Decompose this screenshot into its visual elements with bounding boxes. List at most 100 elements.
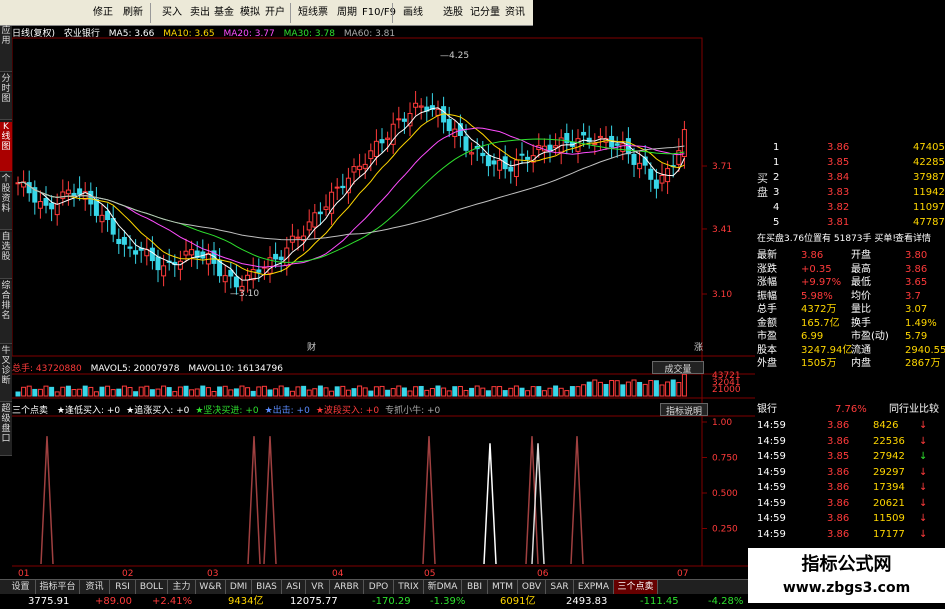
watermark: 指标公式网 www.zbgs3.com xyxy=(748,548,945,603)
x-axis-label: 01 xyxy=(18,569,29,578)
toolbar: 修正 刷新 买入 卖出 基金 模拟 开户 短线票 周期 F10/F9 画线 选股 记分量 资讯 xyxy=(0,0,533,26)
orderbook-volume: 42285 xyxy=(913,157,945,168)
x-axis-label: 03 xyxy=(207,569,218,578)
tick-volume: 17177 xyxy=(873,528,905,540)
volume-bar xyxy=(373,386,379,397)
volume-bar xyxy=(54,391,60,397)
left-tab-2[interactable]: K线图 xyxy=(0,122,12,172)
indicator-tab-14[interactable]: 新DMA xyxy=(424,580,462,594)
volume-bar xyxy=(525,390,531,397)
toolbar-button-0[interactable]: 修正 xyxy=(88,2,118,24)
left-tab-7[interactable]: 超级盘口 xyxy=(0,404,12,456)
candle-body xyxy=(575,138,581,152)
indicator-tab-1[interactable]: 指标平台 xyxy=(36,580,80,594)
candle-body xyxy=(54,203,60,216)
indicator-tab-8[interactable]: BIAS xyxy=(252,580,282,594)
orderbook-row[interactable]: 1 3.86 47405 xyxy=(755,140,945,155)
candle-body xyxy=(525,156,531,160)
volume-bar xyxy=(441,387,447,397)
indicator-tab-6[interactable]: W&R xyxy=(196,580,226,594)
indicator-spike xyxy=(525,436,539,565)
volume-bar xyxy=(15,391,21,397)
orderbook-price: 3.82 xyxy=(827,202,850,213)
volume-bar xyxy=(569,386,575,397)
sector-compare-link[interactable]: 同行业比较 xyxy=(889,402,939,417)
kline-chart-area[interactable]: 日线(复权) 农业银行 MA5: 3.66 MA10: 3.65 MA20: 3… xyxy=(12,26,755,578)
volume-bar xyxy=(463,389,469,397)
indicator-tab-19[interactable]: EXPMA xyxy=(574,580,614,594)
buy-order-alert[interactable]: 在买盘3.76位置有 51873手 买单! 查看详情 xyxy=(755,232,945,247)
indicator-legend-item: ★出击: +0 xyxy=(264,406,310,416)
x-axis-label: 06 xyxy=(537,569,549,578)
left-tab-0[interactable]: 应用 xyxy=(0,26,12,72)
toolbar-button-2[interactable]: 买入 xyxy=(158,2,186,24)
toolbar-button-13[interactable]: 资讯 xyxy=(502,2,528,24)
left-tab-5[interactable]: 综合排名 xyxy=(0,281,12,344)
indicator-tab-13[interactable]: TRIX xyxy=(394,580,424,594)
indicator-tab-4[interactable]: BOLL xyxy=(136,580,168,594)
indicator-help-button[interactable]: 指标说明 xyxy=(660,403,708,417)
toolbar-button-10[interactable]: 画线 xyxy=(400,2,426,24)
orderbook-level: 1 xyxy=(773,142,780,153)
indicator-tab-7[interactable]: DMI xyxy=(226,580,252,594)
volume-bar xyxy=(149,389,155,397)
volume-bar xyxy=(93,391,99,397)
toolbar-button-11[interactable]: 选股 xyxy=(440,2,466,24)
tick-time: 14:59 xyxy=(757,528,786,540)
left-tab-4[interactable]: 自选股 xyxy=(0,232,12,279)
volume-bar xyxy=(217,386,223,397)
toolbar-button-6[interactable]: 开户 xyxy=(262,2,288,24)
volume-bar xyxy=(99,386,105,397)
orderbook-price: 3.85 xyxy=(827,157,850,168)
toolbar-button-3[interactable]: 卖出 xyxy=(188,2,212,24)
orderbook-row[interactable]: 5 3.81 47787 xyxy=(755,215,945,230)
orderbook-row[interactable]: 2 3.84 37987 xyxy=(755,170,945,185)
toolbar-button-9[interactable]: F10/F9 xyxy=(362,2,396,24)
candle-body xyxy=(648,168,654,180)
indicator-tab-11[interactable]: ARBR xyxy=(330,580,364,594)
indicator-tab-0[interactable]: 设置 xyxy=(6,580,36,594)
orderbook-row[interactable]: 1 3.85 42285 xyxy=(755,155,945,170)
indicator-tab-17[interactable]: OBV xyxy=(518,580,546,594)
volume-bar xyxy=(519,387,525,397)
indicator-tab-9[interactable]: ASI xyxy=(282,580,306,594)
volume-bar xyxy=(43,385,49,397)
indicator-tab-5[interactable]: 主力 xyxy=(168,580,196,594)
tick-row: 14:59 3.86 8426 ↓ xyxy=(755,418,945,433)
indicator-tab-2[interactable]: 资讯 xyxy=(80,580,110,594)
toolbar-button-1[interactable]: 刷新 xyxy=(118,2,148,24)
indicator-tab-15[interactable]: BBI xyxy=(462,580,488,594)
volume-bar xyxy=(245,387,251,397)
orderbook-row[interactable]: 3 3.83 11942 xyxy=(755,185,945,200)
toolbar-button-4[interactable]: 基金 xyxy=(212,2,236,24)
left-tab-1[interactable]: 分时图 xyxy=(0,74,12,120)
volume-button[interactable]: 成交量 xyxy=(652,361,704,375)
indicator-tab-18[interactable]: SAR xyxy=(546,580,574,594)
candle-body xyxy=(435,108,441,116)
volume-bar xyxy=(211,390,217,397)
candle-body xyxy=(446,119,452,132)
indicator-tab-10[interactable]: VR xyxy=(306,580,330,594)
toolbar-button-8[interactable]: 周期 xyxy=(334,2,360,24)
indicator-tab-12[interactable]: DPO xyxy=(364,580,394,594)
indicator-tab-16[interactable]: MTM xyxy=(488,580,518,594)
candle-body xyxy=(233,276,239,288)
watermark-url: www.zbgs3.com xyxy=(782,580,911,596)
tick-volume: 20621 xyxy=(873,497,905,509)
volume-bar xyxy=(396,385,402,397)
orderbook-row[interactable]: 4 3.82 11097 xyxy=(755,200,945,215)
toolbar-button-12[interactable]: 记分量 xyxy=(468,2,502,24)
buy-order-detail-link[interactable]: 查看详情 xyxy=(895,232,931,247)
candle-body xyxy=(385,137,391,140)
candle-body xyxy=(620,143,626,152)
toolbar-button-7[interactable]: 短线票 xyxy=(296,2,330,24)
left-tab-6[interactable]: 牛叉诊断 xyxy=(0,346,12,402)
indicator-tab-3[interactable]: RSI xyxy=(110,580,136,594)
x-axis-label: 02 xyxy=(122,569,133,578)
volume-bar xyxy=(222,385,228,397)
volume-bar xyxy=(172,391,178,397)
left-tab-3[interactable]: 个股资料 xyxy=(0,174,12,230)
tick-direction-icon: ↓ xyxy=(919,420,928,431)
indicator-tab-20[interactable]: 三个点卖 xyxy=(614,580,658,594)
toolbar-button-5[interactable]: 模拟 xyxy=(238,2,262,24)
